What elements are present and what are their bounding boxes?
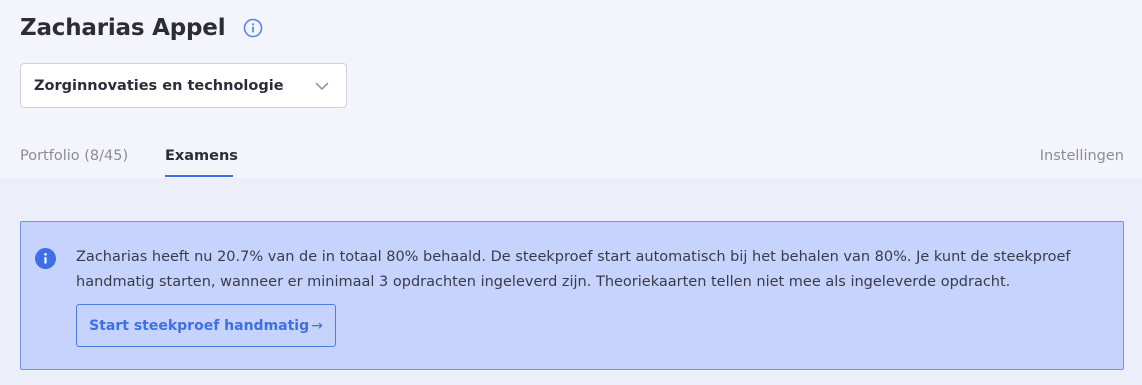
- course-select-value: Zorginnovaties en technologie: [34, 77, 284, 94]
- tab-portfolio[interactable]: Portfolio (8/45): [20, 148, 128, 164]
- arrow-right-icon: →: [311, 317, 323, 334]
- info-icon[interactable]: [243, 18, 263, 38]
- header: Zacharias Appel: [20, 12, 263, 44]
- page: Zacharias Appel Zorginnovaties en techno…: [0, 0, 1142, 385]
- tab-examens[interactable]: Examens: [165, 148, 238, 164]
- start-steekproef-label: Start steekproef handmatig: [89, 317, 310, 334]
- tab-bar: Portfolio (8/45) Examens Instellingen: [0, 138, 1142, 178]
- chevron-down-icon: [314, 78, 330, 94]
- page-title: Zacharias Appel: [20, 15, 226, 41]
- tab-instellingen[interactable]: Instellingen: [1040, 148, 1124, 164]
- info-circle-filled-icon: [35, 248, 56, 269]
- start-steekproef-button[interactable]: Start steekproef handmatig →: [76, 304, 336, 347]
- alert-message: Zacharias heeft nu 20.7% van de in totaa…: [76, 249, 1071, 290]
- course-select[interactable]: Zorginnovaties en technologie: [20, 63, 347, 108]
- info-alert: Zacharias heeft nu 20.7% van de in totaa…: [20, 221, 1124, 370]
- active-tab-indicator: [165, 175, 233, 177]
